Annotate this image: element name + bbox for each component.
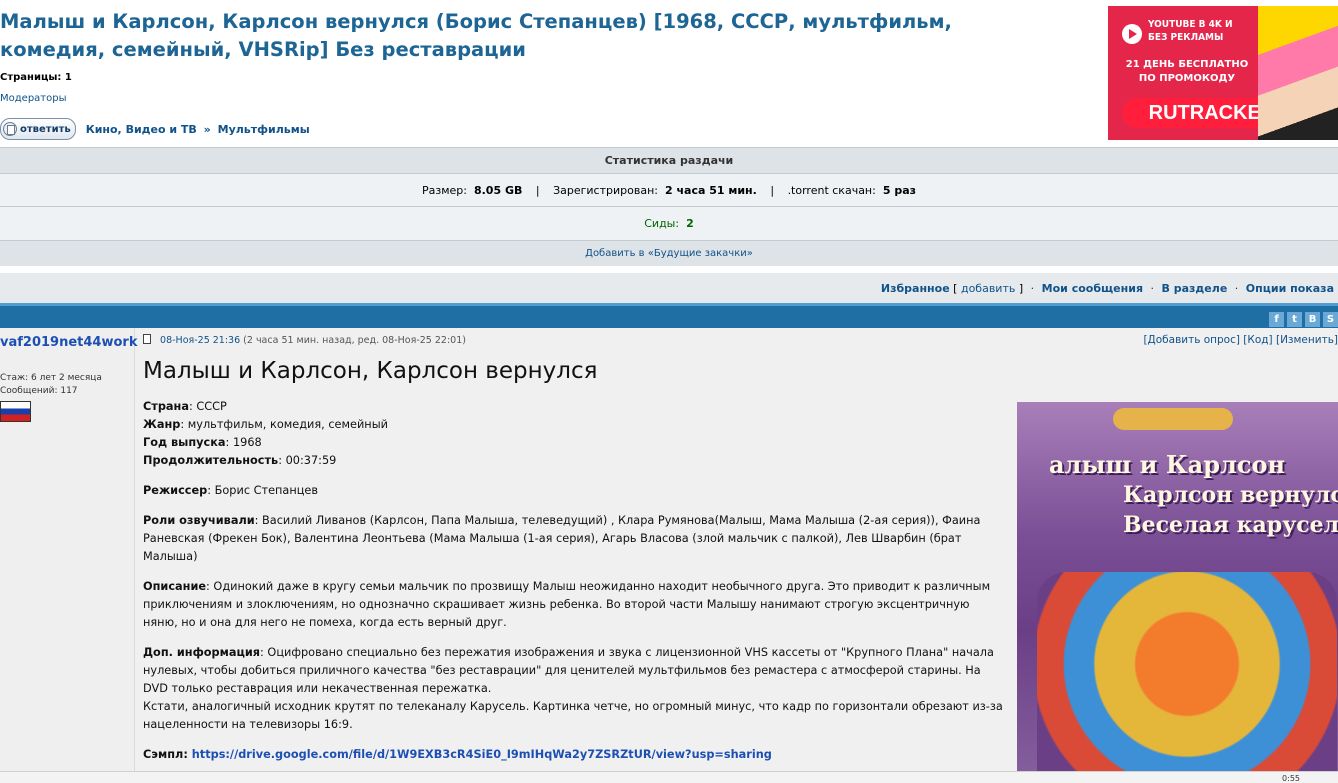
description-label: Описание — [143, 580, 207, 593]
youtube-icon — [1122, 24, 1142, 44]
topic-subnav: Избранное [ добавить ] · Мои сообщения ·… — [0, 272, 1338, 303]
director-label: Режиссер — [143, 484, 208, 497]
genre-label: Жанр — [143, 418, 181, 431]
subnav-dot: · — [1030, 282, 1035, 295]
seeds-label: Сиды: — [644, 217, 680, 230]
reply-row: ответить Кино, Видео и ТВ » Мультфильмы — [0, 118, 310, 140]
ad-line-1: YOUTUBE В 4K И БЕЗ РЕКЛАМЫ — [1148, 19, 1233, 43]
twitter-icon[interactable]: t — [1287, 312, 1302, 327]
sample-link[interactable]: https://drive.google.com/file/d/1W9EXB3c… — [192, 748, 772, 761]
stats-size-row: Размер: 8.05 GB | Зарегистрирован: 2 час… — [0, 173, 1338, 206]
extra-info-label: Доп. информация — [143, 646, 261, 659]
breadcrumb: Кино, Видео и ТВ » Мультфильмы — [86, 123, 310, 136]
stats-seeds-row: Сиды: 2 — [0, 206, 1338, 240]
stats-separator-2: | — [770, 184, 775, 197]
subnav-dot-3: · — [1234, 282, 1239, 295]
sample-sep: : — [183, 748, 192, 761]
facebook-icon[interactable]: f — [1269, 312, 1284, 327]
author-nick[interactable]: vaf2019net44work — [0, 334, 137, 351]
year-value: : 1968 — [225, 436, 262, 449]
pages-label: Страницы: — [0, 72, 62, 83]
description-value: : Одинокий даже в кругу семьи мальчик по… — [143, 580, 991, 629]
post-head: 08-Ноя-25 21:36 (2 часа 51 мин. назад, р… — [143, 334, 1338, 350]
reply-button-label: ответить — [20, 123, 71, 135]
post-actions[interactable]: [Добавить опрос] [Код] [Изменить] — [1143, 334, 1338, 346]
post-body: Страна: СССР Жанр: мультфильм, комедия, … — [143, 398, 1005, 776]
author-tenure: Стаж: 6 лет 2 месяца — [0, 373, 102, 383]
favorites-add-link[interactable]: добавить — [961, 282, 1015, 295]
favorites-link[interactable]: Избранное — [881, 282, 950, 295]
director-value: : Борис Степанцев — [207, 484, 319, 497]
country-label: Страна — [143, 400, 189, 413]
extra-info-value: : Оцифровано специально без пережатия из… — [143, 646, 994, 695]
breadcrumb-forum[interactable]: Мультфильмы — [218, 123, 310, 136]
russia-flag-icon — [0, 401, 31, 422]
genre-value: : мультфильм, комедия, семейный — [180, 418, 388, 431]
cover-title-2: Карлсон вернулся — [1123, 482, 1338, 508]
cover-image[interactable]: алыш и Карлсон Карлсон вернулся Веселая … — [1017, 402, 1338, 783]
country-value: : СССР — [188, 400, 227, 413]
reply-icon — [3, 122, 17, 136]
seeds-value: 2 — [686, 217, 694, 230]
size-value: 8.05 GB — [473, 184, 523, 197]
torrent-stats: Статистика раздачи Размер: 8.05 GB | Зар… — [0, 147, 1338, 266]
future-downloads-row: Добавить в «Будущие закачки» — [0, 240, 1338, 266]
pages-value: 1 — [64, 72, 72, 83]
ad-line-2: 21 ДЕНЬ БЕСПЛАТНО ПО ПРОМОКОДУ — [1125, 59, 1249, 84]
downloaded-label: .torrent скачан: — [787, 184, 876, 197]
extra-info-note: Кстати, аналогичный исходник крутят по т… — [143, 700, 1003, 731]
reply-button[interactable]: ответить — [0, 118, 76, 140]
my-messages-link[interactable]: Мои сообщения — [1042, 282, 1143, 295]
stats-separator: | — [535, 184, 540, 197]
cover-title-1: алыш и Карлсон — [1049, 450, 1286, 479]
post-header-bar: f t B S — [0, 303, 1338, 328]
share-icon[interactable]: S — [1323, 312, 1338, 327]
author-meta: Стаж: 6 лет 2 месяца Сообщений: 117 — [0, 372, 102, 398]
cover-art — [1037, 572, 1337, 783]
stats-header: Статистика раздачи — [0, 147, 1338, 173]
cover-badge — [1113, 408, 1233, 430]
post-date-link[interactable]: 08-Ноя-25 21:36 — [160, 335, 240, 346]
sample-label: Сэмпл — [143, 748, 184, 761]
favorites-bracket-close: ] — [1018, 282, 1024, 295]
page-icon — [143, 334, 151, 344]
favorites-bracket-open: [ — [953, 282, 958, 295]
vk-icon[interactable]: B — [1305, 312, 1320, 327]
duration-value: : 00:37:59 — [278, 454, 337, 467]
moderators-link[interactable]: Модераторы — [0, 93, 66, 104]
size-label: Размер: — [421, 184, 467, 197]
ad-banner[interactable]: YOUTUBE В 4K И БЕЗ РЕКЛАМЫ 21 ДЕНЬ БЕСПЛ… — [1108, 6, 1338, 140]
ad-photo — [1258, 6, 1338, 140]
topic-title[interactable]: Малыш и Карлсон, Карлсон вернулся (Борис… — [0, 8, 1060, 64]
author-messages: Сообщений: 117 — [0, 386, 78, 396]
pages-indicator: Страницы: 1 — [0, 72, 72, 83]
duration-label: Продолжительность — [143, 454, 279, 467]
add-future-downloads-link[interactable]: Добавить в «Будущие закачки» — [585, 248, 753, 259]
post-title: Малыш и Карлсон, Карлсон вернулся — [143, 358, 598, 384]
breadcrumb-category[interactable]: Кино, Видео и ТВ — [86, 123, 197, 136]
social-share: f t B S — [1269, 312, 1338, 327]
post: vaf2019net44work Стаж: 6 лет 2 месяца Со… — [0, 328, 1338, 783]
display-options-link[interactable]: Опции показа — [1246, 282, 1334, 295]
in-section-link[interactable]: В разделе — [1162, 282, 1228, 295]
breadcrumb-separator: » — [203, 122, 211, 136]
registered-value: 2 часа 51 мин. — [664, 184, 757, 197]
downloaded-value: 5 раз — [882, 184, 917, 197]
post-content: 08-Ноя-25 21:36 (2 часа 51 мин. назад, р… — [143, 328, 1338, 783]
voices-label: Роли озвучивали — [143, 514, 255, 527]
post-date-meta: (2 часа 51 мин. назад, ред. 08-Ноя-25 22… — [243, 335, 466, 346]
cover-title-3: Веселая карусель — [1123, 512, 1338, 538]
voices-value: : Василий Ливанов (Карлсон, Папа Малыша,… — [143, 514, 981, 563]
post-author: vaf2019net44work Стаж: 6 лет 2 месяца Со… — [0, 328, 137, 783]
taskbar-clock: 0:55 — [1282, 774, 1300, 783]
year-label: Год выпуска — [143, 436, 226, 449]
registered-label: Зарегистрирован: — [553, 184, 658, 197]
subnav-dot-2: · — [1150, 282, 1155, 295]
taskbar: 0:55 — [0, 771, 1338, 783]
